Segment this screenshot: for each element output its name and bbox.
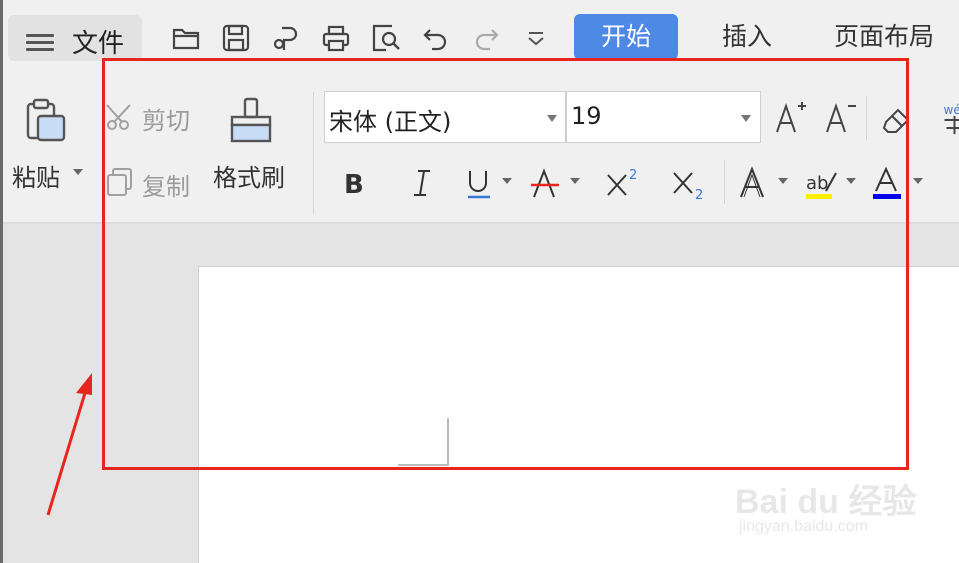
undo-icon[interactable] <box>420 22 452 54</box>
underline-icon[interactable] <box>462 163 498 203</box>
page-margin-marker <box>398 418 449 466</box>
text-effects-icon[interactable] <box>736 163 772 203</box>
copy-icon[interactable] <box>104 166 136 198</box>
text-effects-dropdown-arrow[interactable] <box>778 178 788 184</box>
format-divider <box>724 160 725 204</box>
print-preview-icon[interactable] <box>370 22 402 54</box>
paste-button[interactable]: 粘贴 <box>12 158 60 193</box>
font-family-value: 宋体 (正文) <box>329 108 452 136</box>
svg-text:2: 2 <box>695 188 703 203</box>
font-family-caret-icon[interactable] <box>547 115 557 122</box>
underline-dropdown-arrow[interactable] <box>502 178 512 184</box>
clear-formatting-icon[interactable] <box>878 100 914 140</box>
watermark-url: jingyan.baidu.com <box>739 518 868 535</box>
format-painter-button[interactable]: 格式刷 <box>213 158 285 193</box>
file-menu-label: 文件 <box>72 29 125 59</box>
redo-icon[interactable] <box>470 22 502 54</box>
tab-home[interactable]: 开始 <box>574 14 678 60</box>
customize-dropdown-icon[interactable] <box>520 22 552 54</box>
strikethrough-icon[interactable] <box>528 163 564 203</box>
font-color-icon[interactable] <box>870 163 906 203</box>
copy-button[interactable]: 复制 <box>142 167 190 202</box>
cut-button[interactable]: 剪切 <box>142 101 190 136</box>
hamburger-icon <box>26 30 54 51</box>
save-icon[interactable] <box>220 22 252 54</box>
format-painter-icon[interactable] <box>228 97 274 147</box>
scissors-icon[interactable] <box>104 101 136 133</box>
character-shading-icon[interactable] <box>946 163 959 203</box>
watermark-logo: Bai du 经验 jingyan.baidu.com <box>735 462 945 542</box>
tab-insert[interactable]: 插入 <box>704 14 790 60</box>
shrink-font-icon[interactable] <box>822 98 858 138</box>
highlight-dropdown-arrow[interactable] <box>846 178 856 184</box>
svg-text:B: B <box>344 170 364 200</box>
open-folder-icon[interactable] <box>170 22 202 54</box>
font-size-select[interactable]: 19 <box>566 91 761 143</box>
font-size-value: 19 <box>571 102 602 130</box>
group-divider <box>313 92 314 214</box>
font-family-select[interactable]: 宋体 (正文) <box>324 91 566 143</box>
font-size-caret-icon[interactable] <box>741 115 751 122</box>
strikethrough-dropdown-arrow[interactable] <box>570 178 580 184</box>
paste-dropdown-arrow[interactable] <box>73 169 83 175</box>
font-color-dropdown-arrow[interactable] <box>913 178 923 184</box>
svg-text:ab: ab <box>806 173 828 194</box>
subscript-icon[interactable]: 2 <box>670 163 706 203</box>
highlight-icon[interactable]: ab <box>804 163 840 203</box>
bold-icon[interactable]: B <box>338 163 374 203</box>
export-icon[interactable] <box>270 22 302 54</box>
svg-text:wé: wé <box>944 103 959 117</box>
paste-icon[interactable] <box>22 98 72 148</box>
grow-font-icon[interactable] <box>772 98 808 138</box>
phonetic-guide-icon[interactable]: wé <box>936 98 959 138</box>
superscript-icon[interactable]: 2 <box>604 163 640 203</box>
svg-text:2: 2 <box>629 168 637 183</box>
italic-icon[interactable] <box>404 163 440 203</box>
print-icon[interactable] <box>320 22 352 54</box>
font-tools-divider <box>866 96 867 140</box>
file-menu-button[interactable]: 文件 <box>8 15 142 61</box>
tab-page-layout[interactable]: 页面布局 <box>826 14 942 60</box>
annotation-arrow-icon <box>46 373 92 516</box>
watermark-brand: Bai du 经验 <box>735 483 917 521</box>
